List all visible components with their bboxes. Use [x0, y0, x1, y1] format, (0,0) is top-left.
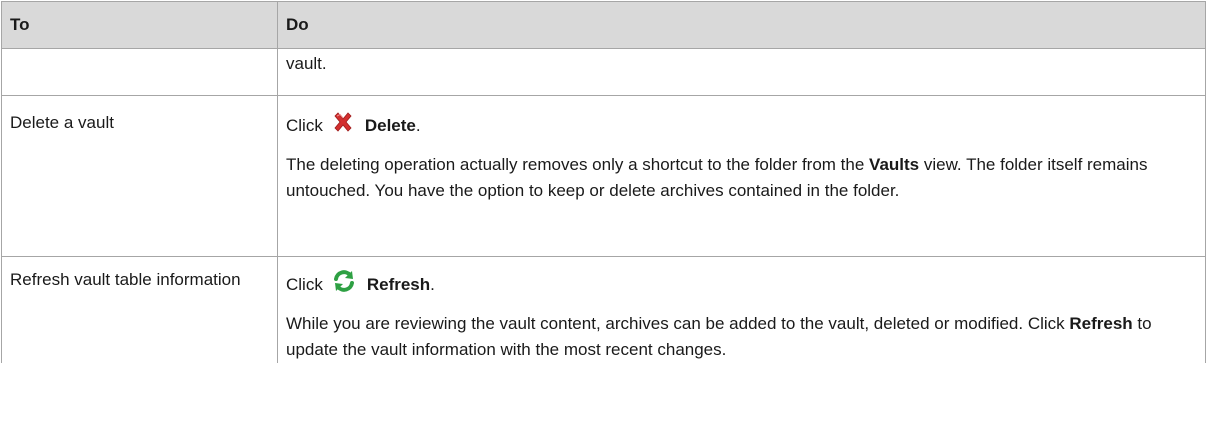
- table-header-row: To Do: [1, 1, 1206, 49]
- description-text-part1: The deleting operation actually removes …: [286, 155, 870, 174]
- click-instruction: Click Delete.: [286, 106, 1205, 146]
- refresh-action-label: Refresh: [366, 275, 431, 294]
- description-paragraph: The deleting operation actually removes …: [286, 152, 1205, 204]
- table-row: Delete a vault Click Delete. The deletin…: [1, 95, 1206, 257]
- click-text: Click: [286, 116, 323, 135]
- actions-table: To Do vault. Delete a vault Click Delete…: [1, 1, 1206, 363]
- action-suffix: .: [415, 116, 421, 135]
- action-suffix: .: [430, 275, 435, 294]
- vaults-bold: Vaults: [869, 155, 920, 174]
- description-paragraph: While you are reviewing the vault conten…: [286, 311, 1205, 363]
- refresh-bold: Refresh: [1069, 314, 1133, 333]
- table-row: Refresh vault table information Click Re…: [1, 256, 1206, 363]
- cell-do: vault.: [277, 48, 1206, 96]
- click-text: Click: [286, 275, 323, 294]
- cell-to: Delete a vault: [1, 95, 278, 257]
- refresh-icon: [331, 268, 357, 302]
- table-row: vault.: [1, 48, 1206, 96]
- description-text-part1: While you are reviewing the vault conten…: [286, 314, 1070, 333]
- header-to: To: [1, 1, 278, 49]
- document-page: To Do vault. Delete a vault Click Delete…: [0, 0, 1206, 439]
- cell-to: Refresh vault table information: [1, 256, 278, 363]
- cell-do: Click Refresh. While you are reviewing t…: [277, 256, 1206, 363]
- header-do: Do: [277, 1, 1206, 49]
- cell-to: [1, 48, 278, 96]
- delete-action-label: Delete: [364, 116, 416, 135]
- click-instruction: Click Refresh.: [286, 265, 1205, 305]
- delete-x-icon: [331, 110, 355, 142]
- continuation-text: vault.: [286, 54, 327, 73]
- cell-do: Click Delete. The deleting operation act…: [277, 95, 1206, 257]
